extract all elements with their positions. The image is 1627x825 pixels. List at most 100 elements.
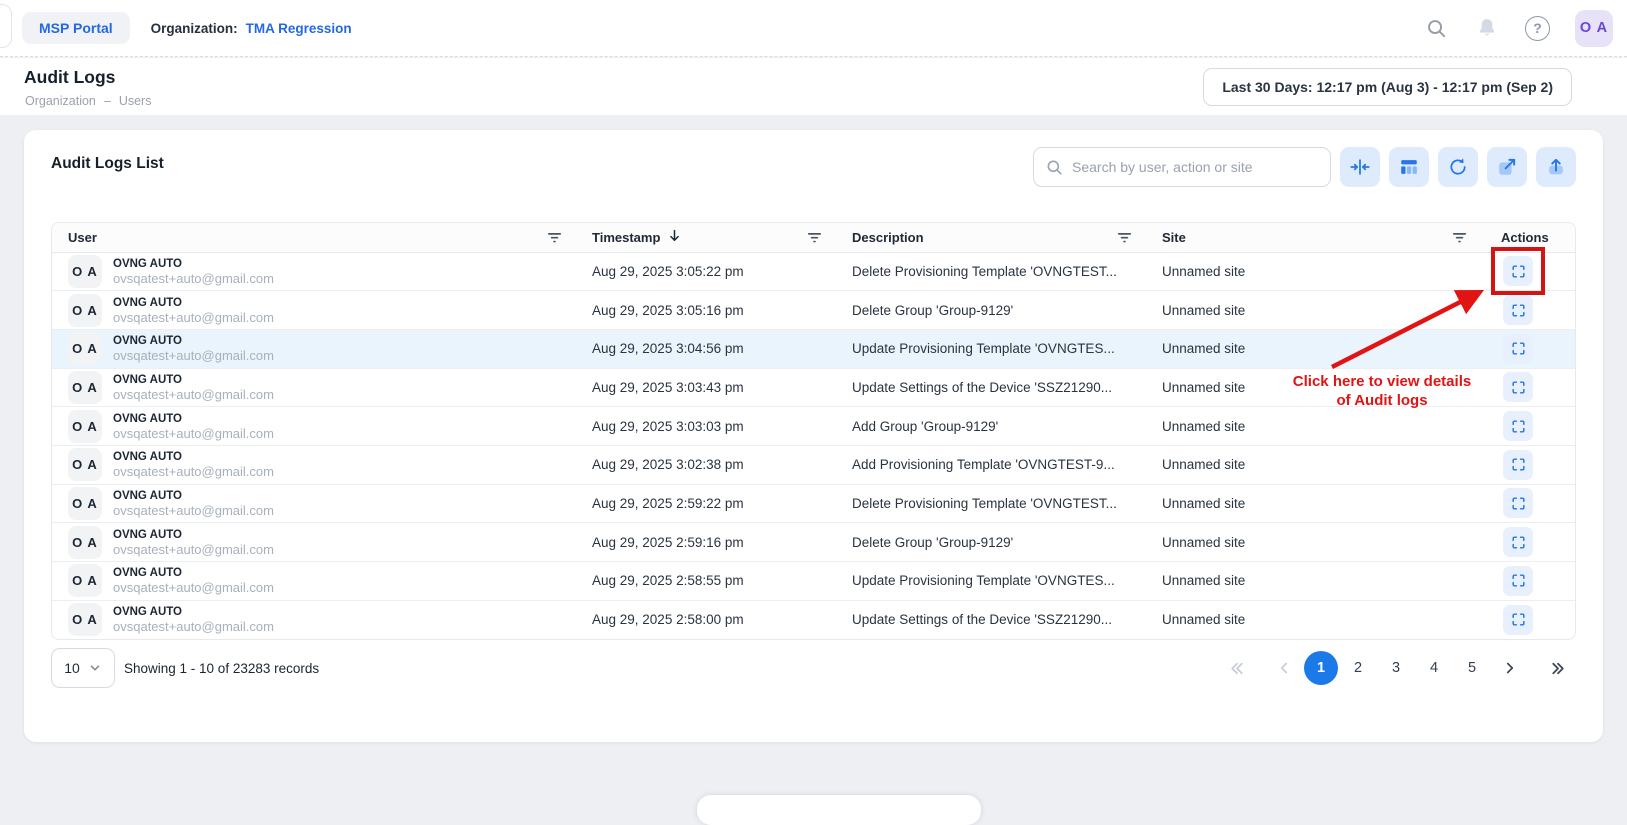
user-avatar[interactable]: O A xyxy=(1575,10,1613,47)
organization-selector: Organization: TMA Regression xyxy=(151,21,352,36)
row-avatar: O A xyxy=(68,448,102,481)
column-label-user: User xyxy=(68,230,97,245)
search-field-wrap xyxy=(1033,147,1331,187)
expand-row-button[interactable] xyxy=(1503,488,1533,518)
column-header-user[interactable]: User xyxy=(52,223,576,252)
breadcrumb-users[interactable]: Users xyxy=(119,94,152,108)
user-email: ovsqatest+auto@gmail.com xyxy=(113,348,274,363)
user-name: OVNG AUTO xyxy=(113,257,274,271)
user-name: OVNG AUTO xyxy=(113,450,274,464)
column-header-site[interactable]: Site xyxy=(1146,223,1481,252)
audit-logs-table: User Timestamp Description xyxy=(51,222,1576,640)
page-button-3[interactable]: 3 xyxy=(1378,650,1414,686)
sidebar-collapsed-edge[interactable] xyxy=(0,4,12,48)
filter-icon-timestamp[interactable] xyxy=(807,230,822,245)
timestamp-cell: Aug 29, 2025 2:58:00 pm xyxy=(576,600,836,639)
table-row[interactable]: O A OVNG AUTO ovsqatest+auto@gmail.com A… xyxy=(52,484,1576,523)
search-icon[interactable] xyxy=(1423,15,1449,41)
expand-row-button[interactable] xyxy=(1503,566,1533,596)
description-cell: Delete Provisioning Template 'OVNGTEST..… xyxy=(836,484,1146,523)
refresh-button[interactable] xyxy=(1438,147,1478,187)
pagination: 1 2 3 4 5 xyxy=(1218,648,1576,688)
table-row[interactable]: O A OVNG AUTO ovsqatest+auto@gmail.com A… xyxy=(52,445,1576,484)
site-cell: Unnamed site xyxy=(1146,252,1481,291)
row-avatar: O A xyxy=(68,526,102,559)
audit-logs-card: Audit Logs List User xyxy=(24,130,1603,742)
user-cell: O A OVNG AUTO ovsqatest+auto@gmail.com xyxy=(68,371,562,404)
description-cell: Delete Provisioning Template 'OVNGTEST..… xyxy=(836,252,1146,291)
user-cell: O A OVNG AUTO ovsqatest+auto@gmail.com xyxy=(68,294,562,327)
column-label-timestamp: Timestamp xyxy=(592,230,660,245)
site-cell: Unnamed site xyxy=(1146,291,1481,330)
table-row[interactable]: O A OVNG AUTO ovsqatest+auto@gmail.com A… xyxy=(52,562,1576,601)
row-avatar: O A xyxy=(68,603,102,636)
user-cell: O A OVNG AUTO ovsqatest+auto@gmail.com xyxy=(68,487,562,520)
last-page-button[interactable] xyxy=(1540,650,1576,686)
open-in-new-button[interactable] xyxy=(1487,147,1527,187)
expand-row-button[interactable] xyxy=(1503,450,1533,480)
next-page-button[interactable] xyxy=(1492,650,1528,686)
user-name: OVNG AUTO xyxy=(113,566,274,580)
collapse-columns-icon xyxy=(1349,156,1371,178)
page-button-4[interactable]: 4 xyxy=(1416,650,1452,686)
export-button[interactable] xyxy=(1536,147,1576,187)
expand-icon xyxy=(1510,534,1527,551)
refresh-icon xyxy=(1447,156,1469,178)
filter-icon-description[interactable] xyxy=(1117,230,1132,245)
user-name: OVNG AUTO xyxy=(113,334,274,348)
search-input[interactable] xyxy=(1033,147,1331,187)
user-cell: O A OVNG AUTO ovsqatest+auto@gmail.com xyxy=(68,332,562,365)
columns-button[interactable] xyxy=(1389,147,1429,187)
user-email: ovsqatest+auto@gmail.com xyxy=(113,271,274,286)
site-cell: Unnamed site xyxy=(1146,329,1481,368)
table-row[interactable]: O A OVNG AUTO ovsqatest+auto@gmail.com A… xyxy=(52,368,1576,407)
table-row[interactable]: O A OVNG AUTO ovsqatest+auto@gmail.com A… xyxy=(52,407,1576,446)
user-name: OVNG AUTO xyxy=(113,296,274,310)
page-size-value: 10 xyxy=(64,660,80,676)
page-button-1[interactable]: 1 xyxy=(1304,651,1338,685)
row-avatar: O A xyxy=(68,294,102,327)
page-size-select[interactable]: 10 xyxy=(51,648,115,688)
timestamp-cell: Aug 29, 2025 3:03:03 pm xyxy=(576,407,836,446)
page-button-2[interactable]: 2 xyxy=(1340,650,1376,686)
search-input-icon xyxy=(1045,158,1064,177)
filter-icon-site[interactable] xyxy=(1452,230,1467,245)
table-row[interactable]: O A OVNG AUTO ovsqatest+auto@gmail.com A… xyxy=(52,600,1576,639)
table-row[interactable]: O A OVNG AUTO ovsqatest+auto@gmail.com A… xyxy=(52,329,1576,368)
column-label-description: Description xyxy=(852,230,924,245)
description-cell: Delete Group 'Group-9129' xyxy=(836,291,1146,330)
expand-row-button[interactable] xyxy=(1503,334,1533,364)
table-row[interactable]: O A OVNG AUTO ovsqatest+auto@gmail.com A… xyxy=(52,291,1576,330)
description-cell: Delete Group 'Group-9129' xyxy=(836,523,1146,562)
timestamp-cell: Aug 29, 2025 2:59:22 pm xyxy=(576,484,836,523)
expand-row-button[interactable] xyxy=(1503,527,1533,557)
table-row[interactable]: O A OVNG AUTO ovsqatest+auto@gmail.com A… xyxy=(52,252,1576,291)
first-page-button[interactable] xyxy=(1218,650,1254,686)
user-email: ovsqatest+auto@gmail.com xyxy=(113,542,274,557)
expand-row-button[interactable] xyxy=(1503,411,1533,441)
sort-desc-icon[interactable] xyxy=(667,228,682,246)
table-row[interactable]: O A OVNG AUTO ovsqatest+auto@gmail.com A… xyxy=(52,523,1576,562)
expand-row-button[interactable] xyxy=(1503,295,1533,325)
page-button-5[interactable]: 5 xyxy=(1454,650,1490,686)
open-in-new-icon xyxy=(1496,156,1518,178)
help-icon[interactable]: ? xyxy=(1525,16,1550,41)
filter-icon-user[interactable] xyxy=(547,230,562,245)
column-header-description[interactable]: Description xyxy=(836,223,1146,252)
expand-row-button[interactable] xyxy=(1503,372,1533,402)
timestamp-cell: Aug 29, 2025 3:05:16 pm xyxy=(576,291,836,330)
table-header-row: User Timestamp Description xyxy=(52,223,1576,252)
breadcrumb-organization[interactable]: Organization xyxy=(25,94,96,108)
organization-value[interactable]: TMA Regression xyxy=(246,21,352,36)
expand-row-button[interactable] xyxy=(1503,605,1533,635)
collapse-columns-button[interactable] xyxy=(1340,147,1380,187)
date-range-button[interactable]: Last 30 Days: 12:17 pm (Aug 3) - 12:17 p… xyxy=(1203,68,1572,106)
msp-portal-button[interactable]: MSP Portal xyxy=(22,12,130,44)
bell-icon[interactable] xyxy=(1474,15,1500,41)
bottom-sheet-handle xyxy=(697,795,981,825)
user-cell: O A OVNG AUTO ovsqatest+auto@gmail.com xyxy=(68,603,562,636)
site-cell: Unnamed site xyxy=(1146,523,1481,562)
column-header-timestamp[interactable]: Timestamp xyxy=(576,223,836,252)
prev-page-button[interactable] xyxy=(1266,650,1302,686)
expand-row-button[interactable] xyxy=(1503,256,1533,286)
